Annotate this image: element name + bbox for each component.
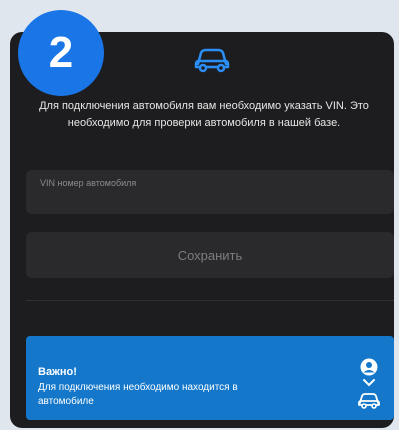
banner-title: Важно! xyxy=(38,366,77,378)
car-icon xyxy=(358,393,380,409)
person-icon xyxy=(360,358,378,376)
banner-text: Для подключения необходимо находится в а… xyxy=(38,382,238,407)
vin-input[interactable]: VIN номер автомобиля xyxy=(26,170,394,214)
chevron-down-icon xyxy=(363,379,375,387)
vin-input-placeholder: VIN номер автомобиля xyxy=(40,178,137,188)
save-button-label: Сохранить xyxy=(177,247,243,263)
step-badge: 2 xyxy=(18,10,104,96)
vin-info-text: Для подключения автомобиля вам необходим… xyxy=(39,100,369,129)
car-icon xyxy=(194,48,230,73)
important-banner: Важно! Для подключения необходимо находи… xyxy=(26,336,394,420)
divider xyxy=(26,300,394,301)
save-button[interactable]: Сохранить xyxy=(26,232,394,278)
step-number: 2 xyxy=(48,28,74,77)
